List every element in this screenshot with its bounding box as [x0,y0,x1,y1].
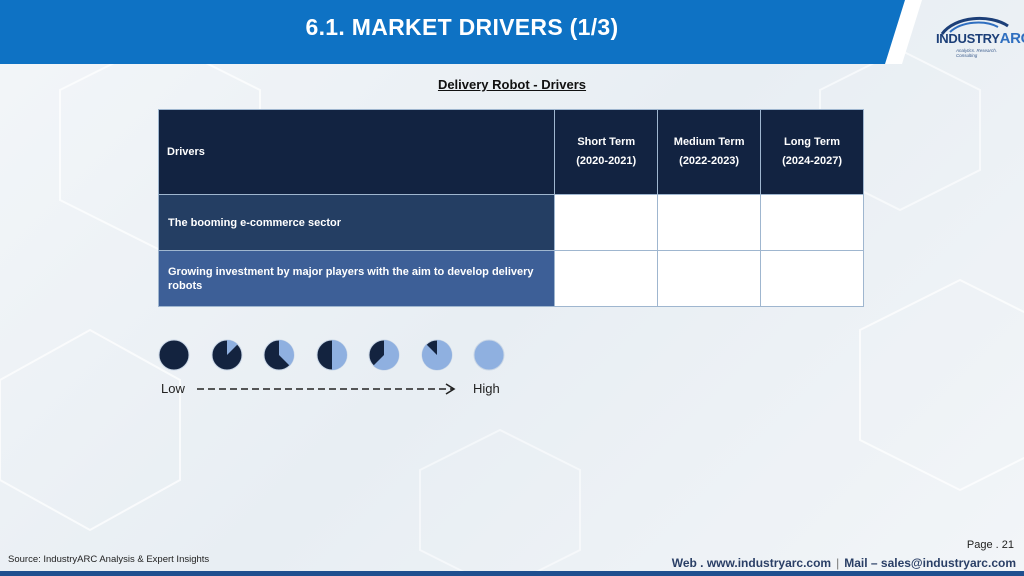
header-drivers: Drivers [157,109,556,195]
source-note: Source: IndustryARC Analysis & Expert In… [8,554,210,565]
header-short-term: Short Term (2020-2021) [554,109,659,195]
pie-4-icon [368,339,400,371]
logo-word-arc: ARC [999,30,1024,47]
page-number: Page . 21 [966,539,1014,551]
bottom-bar [0,571,1024,576]
driver-label: Growing investment by major players with… [157,250,556,307]
medium-term-cell [657,194,762,251]
pie-3-icon [316,339,347,371]
web-link[interactable]: Web . www.industryarc.com [672,556,831,570]
term-label: Short Term [577,136,636,148]
pie-0-icon [158,339,190,371]
table-header-row: Drivers Short Term (2020-2021) Medium Ter… [157,109,864,195]
table-row: The booming e-commerce sector [157,194,864,251]
term-range: (2020-2021) [576,155,637,167]
term-range: (2022-2023) [679,155,740,167]
pie-6-icon [473,339,505,371]
table-subtitle: Delivery Robot - Drivers [437,77,587,92]
header-medium-term: Medium Term (2022-2023) [657,109,762,195]
short-term-cell [554,250,659,307]
driver-label: The booming e-commerce sector [157,194,556,251]
term-range: (2024-2027) [782,155,842,167]
logo-word-industry: INDUSTRY [936,31,1000,46]
table-row: Growing investment by major players with… [157,250,864,307]
company-logo: INDUSTRYARC Analytics. Research. Consult… [930,12,1024,58]
term-label: Medium Term [673,136,745,148]
scale-low-label: Low [161,381,185,396]
pie-1-icon [211,339,242,371]
long-term-cell [760,194,864,251]
term-label: Long Term [784,136,841,148]
long-term-cell [760,250,864,307]
header-banner: 6.1. MARKET DRIVERS (1/3) INDUSTRYARC An… [0,0,1024,64]
mail-link[interactable]: Mail – sales@industryarc.com [844,556,1016,570]
logo-tagline: Analytics. Research. Consulting [956,48,998,58]
scale-high-label: High [473,381,500,396]
impact-scale-legend [155,338,515,372]
scale-arrow-icon [197,383,456,395]
short-term-cell [554,194,659,251]
drivers-table: Drivers Short Term (2020-2021) Medium Ter… [157,109,864,307]
medium-term-cell [657,250,762,307]
header-long-term: Long Term (2024-2027) [760,109,864,195]
pie-2-icon [263,339,295,371]
pie-5-icon [421,339,452,371]
page-title: 6.1. MARKET DRIVERS (1/3) [305,14,619,40]
footer-contact: Web . www.industryarc.com | Mail – sales@i… [671,556,1016,570]
